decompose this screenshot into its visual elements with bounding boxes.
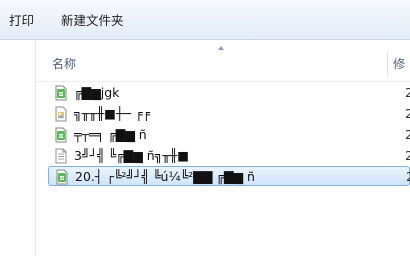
column-header-name[interactable]: 名称 (52, 55, 76, 72)
file-date: 2 (405, 148, 410, 163)
file-name: ╤┬═╕ ╔▇▆ ñ (74, 127, 147, 142)
column-divider[interactable] (387, 50, 388, 76)
file-date: 2 (406, 169, 410, 184)
file-row[interactable]: ╗╥╥╫■┼─ ╒╒ 2 (48, 104, 410, 124)
green-document-icon (55, 85, 67, 101)
file-row[interactable]: ╤┬═╕ ╔▇▆ ñ 2 (48, 125, 410, 145)
file-name: 20.┤ ┌╚²╝┘╣ ╚ú¼╚²▇▇ ╔▇▆ ñ (75, 169, 255, 184)
navigation-pane[interactable] (0, 40, 36, 256)
file-name: ╔▇▆jgk (74, 85, 120, 100)
new-folder-button[interactable]: 新建文件夹 (61, 12, 124, 30)
sort-ascending-icon (218, 46, 224, 50)
file-row[interactable]: ╔▇▆jgk 2 (48, 83, 410, 103)
file-name: 3╝┘╣ ╚╔▇▆ ñ╗╥╫■ (74, 148, 190, 163)
column-header-modified[interactable]: 修 (393, 55, 405, 72)
file-date: 2 (405, 127, 410, 142)
file-date: 2 (405, 106, 410, 121)
file-row[interactable]: 3╝┘╣ ╚╔▇▆ ñ╗╥╫■ 2 (48, 146, 410, 166)
file-name: ╗╥╥╫■┼─ ╒╒ (74, 106, 150, 121)
text-file-icon (55, 148, 67, 164)
command-toolbar: 打印 新建文件夹 (0, 0, 410, 40)
column-header: 名称 修 (36, 40, 410, 82)
file-date: 2 (405, 85, 410, 100)
document-image-icon (55, 106, 67, 122)
print-button[interactable]: 打印 (9, 12, 34, 30)
green-document-icon (56, 169, 68, 185)
file-row-selected[interactable]: 20.┤ ┌╚²╝┘╣ ╚ú¼╚²▇▇ ╔▇▆ ñ 2 (48, 166, 410, 186)
green-document-icon (55, 127, 67, 143)
